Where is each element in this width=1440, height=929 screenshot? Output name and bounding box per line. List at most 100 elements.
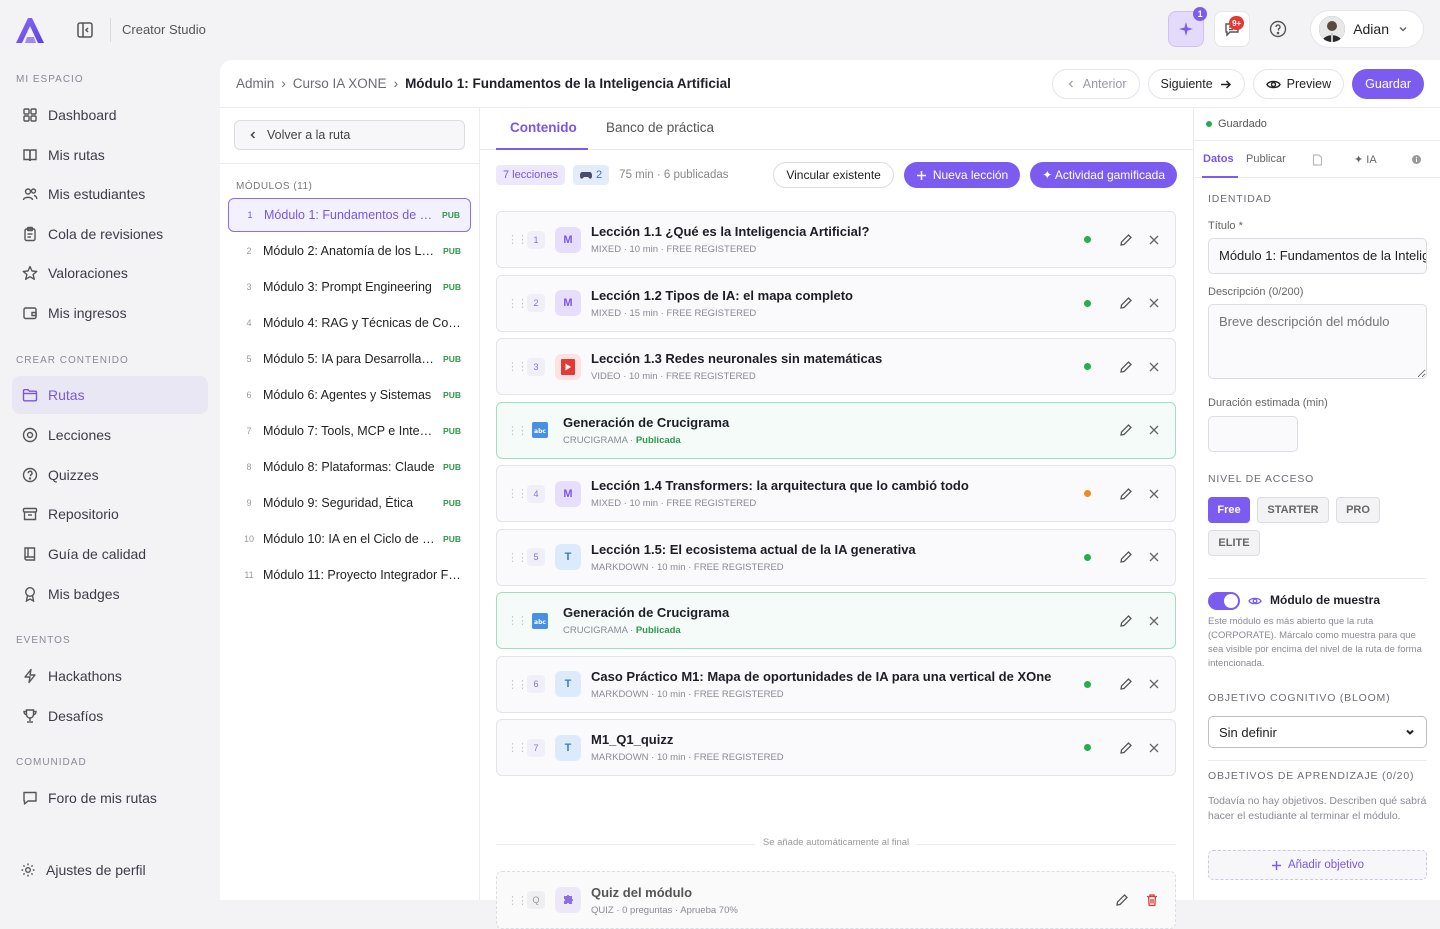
tab-ia[interactable]: ✦ IA [1354,153,1377,166]
level-starter-button[interactable]: STARTER [1257,497,1329,523]
lesson-row[interactable]: ⋮⋮ 7 T M1_Q1_quizz MARKDOWN · 10 min · FREE … [496,719,1176,776]
module-item[interactable]: 11 Módulo 11: Proyecto Integrador Final [228,558,471,592]
sidebar-item-mis-rutas[interactable]: Mis rutas [12,136,208,174]
lesson-title: M1_Q1_quizz [591,732,674,747]
lesson-row[interactable]: ⋮⋮ 3 Lección 1.3 Redes neuronales sin mate… [496,338,1176,395]
grid-icon [23,108,37,122]
gamified-activity-row[interactable]: ⋮⋮ abc Generación de Crucigrama CRUCIGRAMA … [496,592,1176,649]
add-objective-button[interactable]: Añadir objetivo [1208,850,1427,880]
lesson-type-badge: M [555,480,581,507]
save-button[interactable]: Guardar [1352,69,1424,99]
module-item[interactable]: 7 Módulo 7: Tools, MCP e Integraciones PUB [228,414,471,448]
info-icon[interactable] [1411,154,1422,165]
lesson-meta-text: MIXED · 10 min · FREE REGISTERED [591,244,757,255]
edit-icon[interactable] [1119,487,1133,501]
sidebar-item-rutas[interactable]: Rutas [12,376,208,414]
close-icon[interactable] [1147,677,1161,691]
edit-icon[interactable] [1119,296,1133,310]
close-icon[interactable] [1147,487,1161,501]
edit-icon[interactable] [1115,893,1129,907]
lesson-row[interactable]: ⋮⋮ 5 T Lección 1.5: El ecosistema actual de… [496,528,1176,586]
user-menu[interactable]: Adian [1310,10,1424,48]
sidebar-item-cola-de-revisiones[interactable]: Cola de revisiones [12,215,208,253]
tab-contenido[interactable]: Contenido [510,120,577,135]
trash-icon[interactable] [1145,893,1159,907]
sidebar-item-lecciones[interactable]: Lecciones [12,416,208,454]
module-item[interactable]: 3 Módulo 3: Prompt Engineering PUB [228,270,471,304]
sidebar-item-quizzes[interactable]: Quizzes [12,456,208,494]
objectives-section-title: OBJETIVOS DE APRENDIZAJE (0/20) [1208,770,1415,782]
new-lesson-button[interactable]: Nueva lección [903,162,1021,188]
help-button[interactable] [1260,11,1296,47]
star-icon [22,265,38,280]
close-icon[interactable] [1147,233,1161,247]
breadcrumb-item[interactable]: Admin [236,76,274,91]
published-status: Publicada [635,625,681,636]
module-item[interactable]: 9 Módulo 9: Seguridad, Ética PUB [228,486,471,520]
close-icon[interactable] [1147,360,1161,374]
edit-icon[interactable] [1119,741,1133,755]
profile-settings-link[interactable]: Ajustes de perfil [10,851,206,889]
breadcrumb-item[interactable]: Curso IA XONE [293,76,387,91]
module-item[interactable]: 8 Módulo 8: Plataformas: Claude PUB [228,450,471,484]
module-item[interactable]: 1 Módulo 1: Fundamentos de la Inteligenci… [228,198,471,232]
ai-assistant-button[interactable]: 1 [1168,7,1208,47]
close-icon[interactable] [1147,550,1161,564]
gamified-activity-button[interactable]: ✦ Actividad gamificada [1030,162,1177,188]
level-elite-button[interactable]: ELITE [1208,530,1260,556]
edit-icon[interactable] [1119,677,1133,691]
sidebar-item-hackathons[interactable]: Hackathons [12,657,208,695]
saved-status: Guardado [1206,118,1267,130]
sidebar-toggle-icon[interactable] [76,21,94,39]
sidebar-item-desafios[interactable]: Desafíos [12,697,208,735]
module-quiz-row[interactable]: ⋮⋮ Q Quiz del módulo QUIZ · 0 preguntas … [496,871,1176,929]
tab-datos[interactable]: Datos [1203,153,1234,165]
sidebar-item-repositorio[interactable]: Repositorio [12,495,208,533]
level-pro-button[interactable]: PRO [1336,497,1380,523]
notifications-button[interactable]: 9+ [1214,11,1251,47]
sidebar-item-mis-ingresos[interactable]: Mis ingresos [12,294,208,332]
edit-icon[interactable] [1119,550,1133,564]
sidebar-item-foro[interactable]: Foro de mis rutas [12,779,208,817]
link-existing-button[interactable]: Vincular existente [773,162,894,188]
sidebar-item-dashboard[interactable]: Dashboard [12,96,208,134]
close-icon[interactable] [1147,423,1161,437]
module-title-input[interactable]: Módulo 1: Fundamentos de la Inteligencia… [1208,238,1427,274]
tab-banco-de-practica[interactable]: Banco de práctica [606,120,714,135]
edit-icon[interactable] [1119,233,1133,247]
logo-icon[interactable] [14,15,46,45]
module-item[interactable]: 10 Módulo 10: IA en el Ciclo de Desarroll… [228,522,471,556]
edit-icon[interactable] [1119,360,1133,374]
module-item[interactable]: 5 Módulo 5: IA para Desarrolladores PUB [228,342,471,376]
sidebar-item-mis-badges[interactable]: Mis badges [12,575,208,613]
sample-module-toggle[interactable] [1208,592,1240,610]
document-icon[interactable] [1312,154,1323,166]
lesson-meta: VIDEO · 10 min · FREE REGISTERED [591,371,1084,382]
bloom-select[interactable]: Sin definir [1208,716,1427,748]
sidebar-item-guia-de-calidad[interactable]: Guía de calidad [12,535,208,573]
lesson-row[interactable]: ⋮⋮ 6 T Caso Práctico M1: Mapa de oportunida… [496,655,1176,713]
lesson-row[interactable]: ⋮⋮ 4 M Lección 1.4 Transformers: la arquite… [496,465,1176,522]
preview-button[interactable]: Preview [1252,69,1345,99]
edit-icon[interactable] [1119,614,1133,628]
lesson-row[interactable]: ⋮⋮ 2 M Lección 1.2 Tipos de IA: el mapa com… [496,274,1176,332]
module-item[interactable]: 6 Módulo 6: Agentes y Sistemas PUB [228,378,471,412]
next-button[interactable]: Siguiente [1147,69,1245,99]
duration-input[interactable] [1208,416,1298,452]
module-item[interactable]: 4 Módulo 4: RAG y Técnicas de Contexto [228,306,471,340]
sidebar-item-mis-estudiantes[interactable]: Mis estudiantes [12,175,208,213]
lesson-row[interactable]: ⋮⋮ 1 M Lección 1.1 ¿Qué es la Inteligencia … [496,211,1176,268]
level-free-button[interactable]: Free [1208,497,1250,523]
close-icon[interactable] [1147,741,1161,755]
tab-publicar[interactable]: Publicar [1246,153,1286,165]
back-to-route-button[interactable]: Volver a la ruta [234,120,465,150]
module-number: 4 [246,318,252,328]
sidebar-item-valoraciones[interactable]: Valoraciones [12,254,208,292]
edit-icon[interactable] [1119,423,1133,437]
close-icon[interactable] [1147,614,1161,628]
description-textarea[interactable] [1208,304,1427,379]
close-icon[interactable] [1147,296,1161,310]
previous-button[interactable]: Anterior [1051,69,1140,99]
module-item[interactable]: 2 Módulo 2: Anatomía de los LLMs PUB [228,234,471,268]
gamified-activity-row[interactable]: ⋮⋮ abc Generación de Crucigrama CRUCIGRAMA … [496,401,1176,459]
